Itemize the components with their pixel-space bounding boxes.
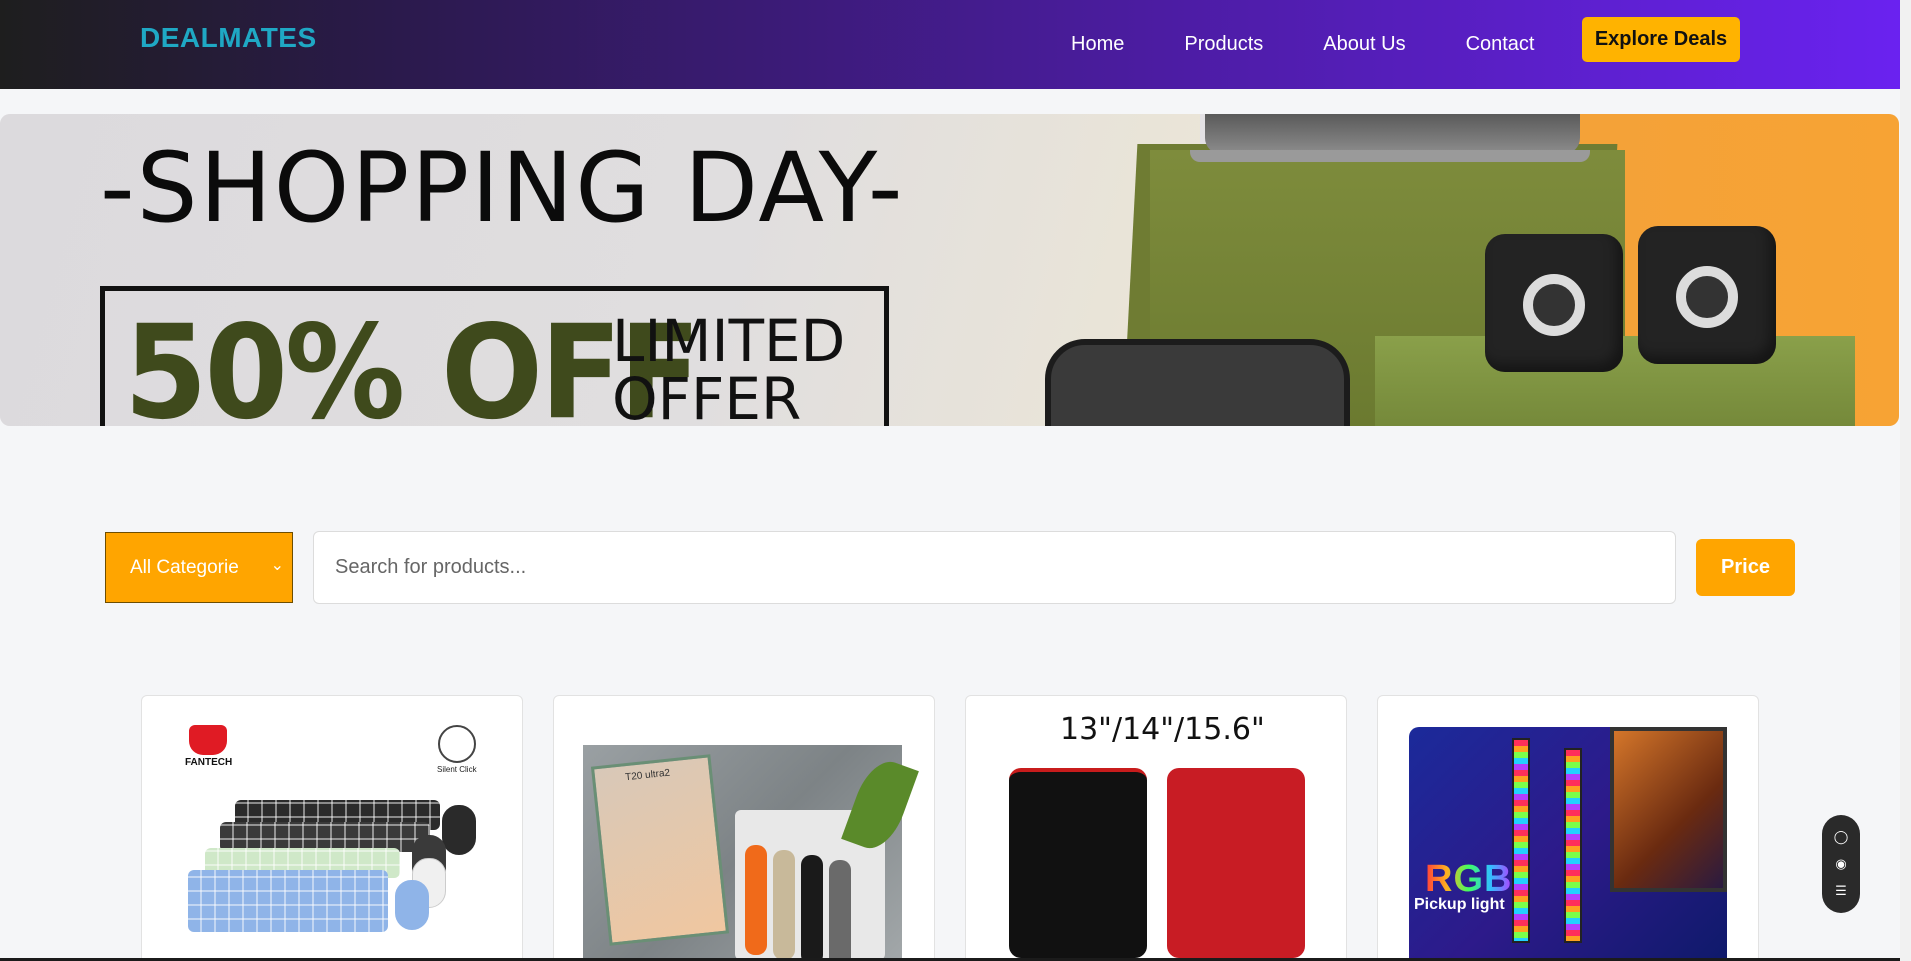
silent-click-text: Silent Click	[437, 765, 477, 774]
chevron-down-icon: ⌄	[270, 557, 284, 574]
fantech-badge-icon	[189, 725, 227, 755]
mouse-image	[395, 880, 429, 930]
speaker-image	[1638, 226, 1776, 364]
watch-strap-image	[745, 845, 767, 955]
fantech-logo: FANTECH	[185, 725, 232, 768]
price-filter-button[interactable]: Price	[1696, 539, 1795, 596]
list-icon[interactable]: ☰	[1835, 884, 1847, 898]
rgb-bar-image	[1512, 738, 1530, 943]
search-input[interactable]	[313, 531, 1676, 604]
silent-click-badge: Silent Click	[437, 725, 477, 774]
watch-strap-image	[801, 855, 823, 961]
nav-contact[interactable]: Contact	[1466, 33, 1535, 56]
nav-about[interactable]: About Us	[1323, 33, 1405, 56]
laptop-image	[1205, 114, 1580, 154]
speaker-image	[1485, 234, 1623, 372]
nav-products[interactable]: Products	[1184, 33, 1263, 56]
fantech-brand-text: FANTECH	[185, 757, 233, 768]
explore-deals-button[interactable]: Explore Deals	[1582, 17, 1740, 62]
chat-icon[interactable]: ◯	[1834, 829, 1849, 844]
vr-headset-image	[1045, 339, 1350, 426]
page-scrollbar[interactable]	[1900, 0, 1911, 961]
rgb-bar-image	[1564, 748, 1582, 943]
top-navbar: DEALMATES Home Products About Us Contact…	[0, 0, 1900, 89]
rgb-title: RGB	[1425, 858, 1513, 900]
silent-click-icon	[437, 725, 476, 763]
hero-banner[interactable]: -SHOPPING DAY- 50% OFF LIMITED OFFER	[0, 114, 1899, 426]
sleeve-sizes-text: 13"/14"/15.6"	[1060, 712, 1265, 747]
category-dropdown[interactable]: All Categorie ⌄	[105, 532, 293, 603]
main-nav: Home Products About Us Contact	[1071, 0, 1535, 89]
offer-limited-text: LIMITED OFFER	[612, 312, 845, 426]
brand-logo[interactable]: DEALMATES	[140, 22, 317, 54]
watch-box-image: T20 ultra2	[590, 754, 730, 946]
mouse-image	[442, 805, 476, 855]
nav-home[interactable]: Home	[1071, 33, 1124, 56]
banner-title: -SHOPPING DAY-	[100, 132, 905, 244]
keyboard-image	[188, 870, 388, 932]
rgb-subtitle: Pickup light	[1414, 896, 1505, 913]
settings-icon[interactable]: ◉	[1835, 856, 1846, 871]
watch-box-label: T20 ultra2	[624, 767, 671, 784]
offer-limited-line2: OFFER	[612, 365, 802, 426]
offer-limited-line1: LIMITED	[612, 307, 846, 375]
floating-toolbar: ◯ ◉ ☰	[1822, 815, 1860, 913]
laptop-base-image	[1190, 150, 1590, 162]
watch-strap-image	[773, 850, 795, 960]
category-selected-value: All Categorie	[130, 556, 239, 578]
laptop-sleeve-black-image	[1009, 768, 1147, 958]
monitor-image	[1610, 727, 1727, 892]
laptop-sleeve-red-image	[1167, 768, 1305, 958]
watch-strap-image	[829, 860, 851, 961]
